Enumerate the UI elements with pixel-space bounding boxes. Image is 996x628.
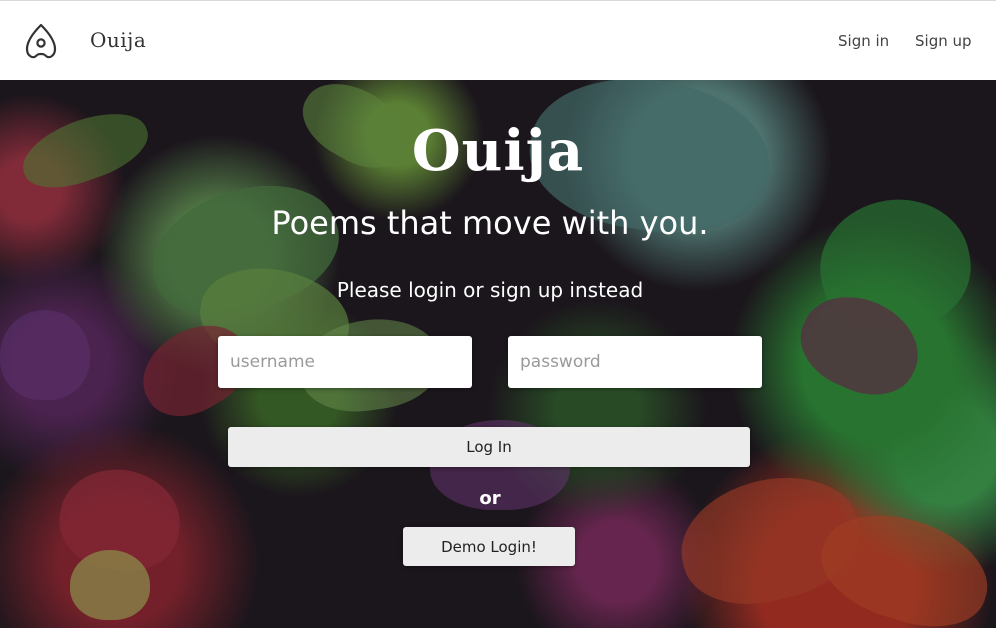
signin-link[interactable]: Sign in bbox=[838, 32, 889, 50]
username-input[interactable] bbox=[218, 336, 472, 388]
navbar: Ouija Sign in Sign up bbox=[0, 1, 996, 81]
ouija-planchette-icon[interactable] bbox=[24, 23, 58, 61]
demo-login-button[interactable]: Demo Login! bbox=[403, 527, 575, 566]
hero-title: Ouija bbox=[411, 118, 585, 184]
signup-link[interactable]: Sign up bbox=[915, 32, 972, 50]
hero-section: Ouija Poems that move with you. Please l… bbox=[0, 80, 996, 628]
login-button[interactable]: Log In bbox=[228, 427, 750, 467]
password-input[interactable] bbox=[508, 336, 762, 388]
or-separator: or bbox=[479, 488, 501, 509]
brand-name[interactable]: Ouija bbox=[90, 28, 146, 52]
login-prompt: Please login or sign up instead bbox=[336, 278, 644, 302]
hero-subtitle: Poems that move with you. bbox=[271, 204, 709, 242]
